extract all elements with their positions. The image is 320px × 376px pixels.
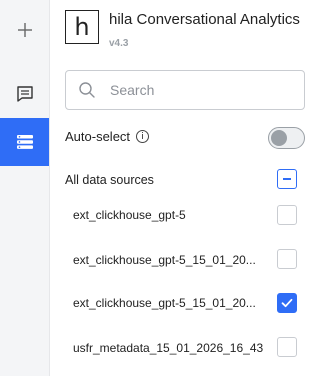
search-icon (79, 82, 95, 98)
source-checkbox[interactable] (277, 249, 297, 269)
app-title: hila Conversational Analytics (109, 11, 300, 28)
auto-select-row: Auto-select i (65, 129, 150, 144)
new-conversation-button[interactable] (0, 10, 49, 50)
source-label: ext_clickhouse_gpt-5_15_01_20... (73, 296, 256, 310)
auto-select-label: Auto-select (65, 129, 131, 144)
source-checkbox[interactable] (277, 293, 297, 313)
logo-letter: h (74, 13, 90, 41)
source-label: ext_clickhouse_gpt-5 (73, 208, 186, 222)
source-label: ext_clickhouse_gpt-5_15_01_20... (73, 253, 256, 267)
source-checkbox[interactable] (277, 337, 297, 357)
search-box[interactable] (65, 70, 305, 110)
info-icon[interactable]: i (136, 130, 150, 143)
search-input[interactable] (108, 81, 282, 99)
all-data-sources-label: All data sources (65, 173, 154, 187)
data-sources-button[interactable] (0, 118, 49, 166)
chat-icon (16, 86, 33, 102)
app-logo: h (65, 10, 99, 44)
plus-icon (17, 23, 32, 37)
toggle-knob (271, 130, 287, 146)
source-label: usfr_metadata_15_01_2026_16_43 (73, 341, 264, 355)
conversations-button[interactable] (0, 72, 49, 116)
all-data-sources-checkbox[interactable] (277, 169, 297, 189)
left-rail (0, 0, 50, 376)
data-sources-panel: h hila Conversational Analytics v4.3 Aut… (50, 0, 320, 376)
indeterminate-icon (283, 178, 291, 180)
source-checkbox[interactable] (277, 205, 297, 225)
checkmark-icon (281, 298, 293, 308)
database-icon (16, 135, 33, 149)
app-version: v4.3 (109, 38, 129, 49)
auto-select-toggle[interactable] (268, 127, 305, 149)
